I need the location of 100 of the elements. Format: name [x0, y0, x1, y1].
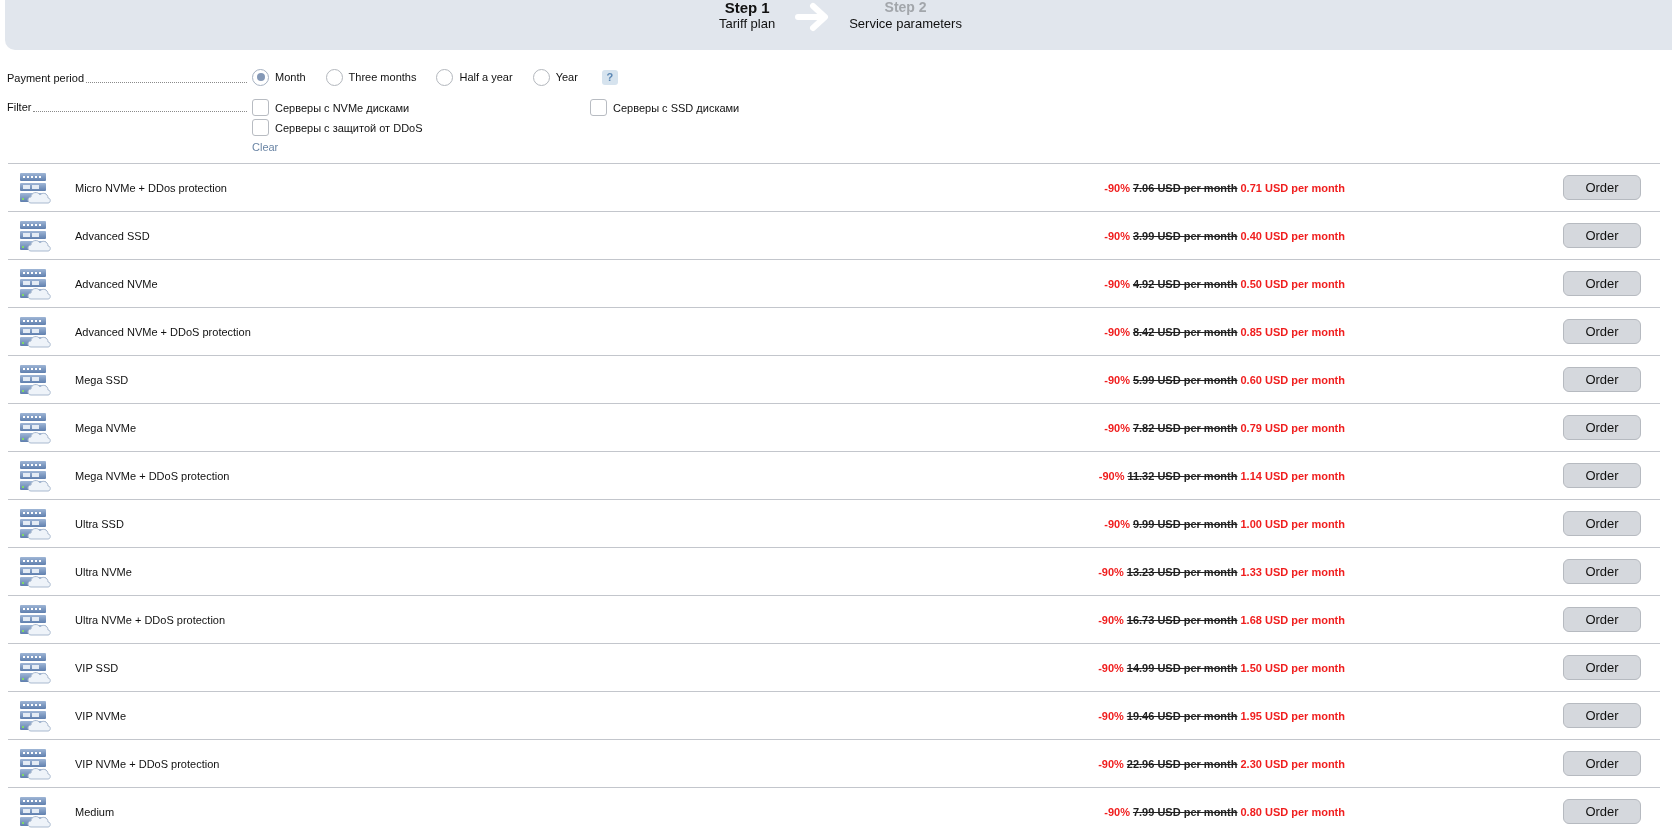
old-price: 16.73 USD per month: [1126, 613, 1238, 626]
plan-name: Advanced NVMe + DDoS protection: [75, 325, 251, 338]
radio-button[interactable]: [532, 68, 550, 86]
discount-text: -90%: [1104, 229, 1130, 242]
order-button[interactable]: Order: [1563, 175, 1641, 200]
server-cloud-icon: [19, 651, 51, 684]
new-price: 0.40 USD per month: [1240, 229, 1345, 242]
old-price: 9.99 USD per month: [1132, 517, 1238, 530]
order-button[interactable]: Order: [1563, 511, 1641, 536]
server-cloud-icon: [19, 603, 51, 636]
step-label: Step 2: [884, 0, 927, 15]
discount-text: -90%: [1098, 757, 1124, 770]
discount-text: -90%: [1098, 661, 1124, 674]
order-button[interactable]: Order: [1563, 367, 1641, 392]
discount-text: -90%: [1098, 565, 1124, 578]
server-cloud-icon: [19, 363, 51, 396]
order-button[interactable]: Order: [1563, 319, 1641, 344]
discount-text: -90%: [1104, 181, 1130, 194]
order-button[interactable]: Order: [1563, 799, 1641, 824]
field-label: Payment period: [7, 71, 85, 86]
server-cloud-icon: [19, 267, 51, 300]
checkbox-label[interactable]: Серверы с NVMe дисками: [275, 101, 410, 114]
radio-label[interactable]: Year: [555, 71, 578, 83]
discount-text: -90%: [1098, 709, 1124, 722]
step-caption: Service parameters: [849, 15, 962, 32]
plan-name: Medium: [75, 805, 115, 818]
order-button[interactable]: Order: [1563, 463, 1641, 488]
step-caption: Tariff plan: [719, 16, 776, 32]
old-price: 14.99 USD per month: [1126, 661, 1238, 674]
new-price: 0.50 USD per month: [1240, 277, 1345, 290]
order-button[interactable]: Order: [1563, 655, 1641, 680]
plan-name: VIP NVMe: [75, 709, 127, 722]
old-price: 3.99 USD per month: [1132, 229, 1238, 242]
order-button[interactable]: Order: [1563, 751, 1641, 776]
order-button[interactable]: Order: [1563, 223, 1641, 248]
old-price: 22.96 USD per month: [1126, 757, 1238, 770]
server-cloud-icon: [19, 219, 51, 252]
old-price: 7.06 USD per month: [1132, 181, 1238, 194]
server-cloud-icon: [19, 699, 51, 732]
clear-link[interactable]: Clear: [252, 140, 279, 154]
order-button[interactable]: Order: [1563, 607, 1641, 632]
new-price: 1.68 USD per month: [1240, 613, 1345, 626]
discount-text: -90%: [1104, 421, 1130, 434]
radio-label[interactable]: Three months: [348, 71, 417, 83]
server-cloud-icon: [19, 171, 51, 204]
plan-name: Ultra SSD: [75, 517, 124, 530]
server-cloud-icon: [19, 315, 51, 348]
new-price: 1.33 USD per month: [1240, 565, 1345, 578]
checkbox[interactable]: [252, 99, 269, 116]
order-button[interactable]: Order: [1563, 415, 1641, 440]
plan-name: Ultra NVMe + DDoS protection: [75, 613, 226, 626]
plan-name: Micro NVMe + DDos protection: [75, 181, 227, 194]
order-button[interactable]: Order: [1563, 703, 1641, 728]
checkbox-label[interactable]: Серверы с защитой от DDoS: [275, 121, 423, 134]
checkbox[interactable]: [252, 119, 269, 136]
plan-name: Ultra NVMe: [75, 565, 132, 578]
old-price: 19.46 USD per month: [1126, 709, 1238, 722]
plan-name: Mega SSD: [75, 373, 129, 386]
checkbox-label[interactable]: Серверы с SSD дисками: [613, 101, 740, 114]
new-price: 1.95 USD per month: [1240, 709, 1345, 722]
checkbox[interactable]: [590, 99, 607, 116]
server-cloud-icon: [19, 411, 51, 444]
step-label: Step 1: [724, 0, 770, 15]
radio-button[interactable]: [252, 68, 269, 86]
new-price: 0.80 USD per month: [1240, 805, 1345, 818]
server-cloud-icon: [19, 507, 51, 540]
server-cloud-icon: [19, 795, 51, 828]
new-price: 1.50 USD per month: [1240, 661, 1345, 674]
old-price: 8.42 USD per month: [1132, 325, 1238, 338]
server-cloud-icon: [19, 555, 51, 588]
plan-name: Advanced NVMe: [75, 277, 158, 290]
server-cloud-icon: [19, 747, 51, 780]
new-price: 0.85 USD per month: [1240, 325, 1345, 338]
discount-text: -90%: [1098, 613, 1124, 626]
old-price: 5.99 USD per month: [1132, 373, 1238, 386]
new-price: 2.30 USD per month: [1240, 757, 1345, 770]
discount-text: -90%: [1104, 373, 1130, 386]
plan-name: Mega NVMe + DDoS protection: [75, 469, 230, 482]
new-price: 1.00 USD per month: [1240, 517, 1345, 530]
order-button[interactable]: Order: [1563, 271, 1641, 296]
order-button[interactable]: Order: [1563, 559, 1641, 584]
new-price: 0.79 USD per month: [1240, 421, 1345, 434]
new-price: 1.14 USD per month: [1240, 469, 1345, 482]
radio-label[interactable]: Half a year: [459, 71, 513, 83]
discount-text: -90%: [1104, 277, 1130, 290]
server-cloud-icon: [19, 459, 51, 492]
plan-name: VIP NVMe + DDoS protection: [75, 757, 220, 770]
discount-text: -90%: [1104, 325, 1130, 338]
field-label: Filter: [7, 100, 32, 115]
new-price: 0.71 USD per month: [1240, 181, 1345, 194]
discount-text: -90%: [1098, 469, 1125, 482]
old-price: 7.82 USD per month: [1132, 421, 1238, 434]
old-price: 13.23 USD per month: [1126, 565, 1238, 578]
plan-name: Mega NVMe: [75, 421, 137, 434]
discount-text: -90%: [1104, 517, 1130, 530]
old-price: 4.92 USD per month: [1132, 277, 1238, 290]
radio-label[interactable]: Month: [275, 71, 306, 83]
radio-button[interactable]: [436, 68, 454, 86]
radio-button[interactable]: [325, 68, 343, 86]
new-price: 0.60 USD per month: [1240, 373, 1345, 386]
